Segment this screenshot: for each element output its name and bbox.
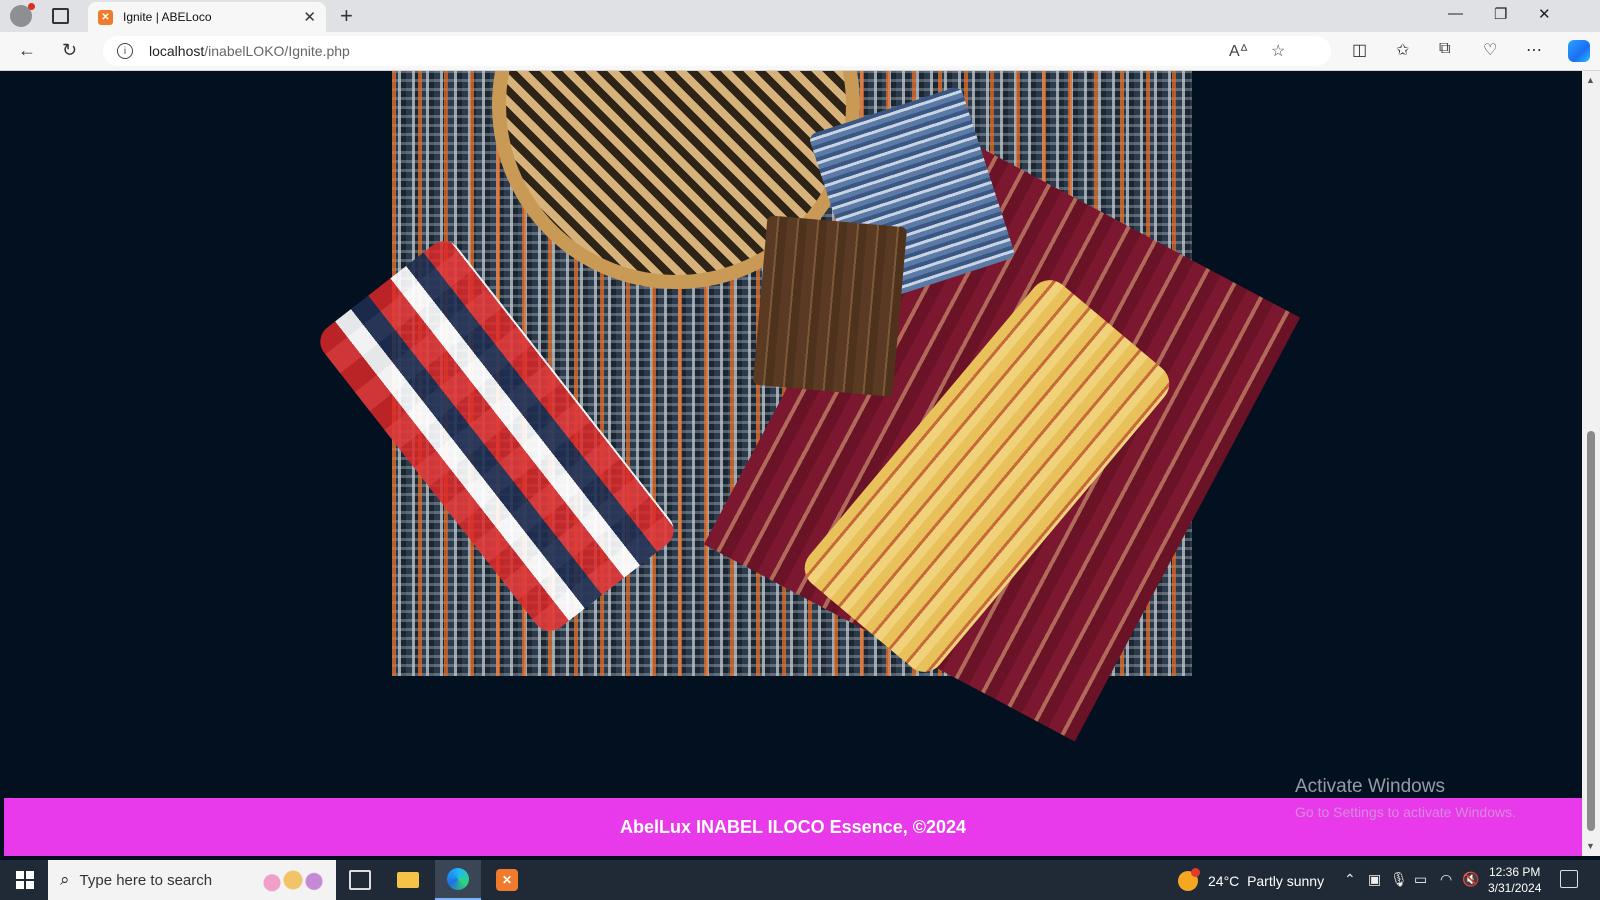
- clock-date: 3/31/2024: [1488, 881, 1542, 895]
- folder-icon: [397, 872, 419, 888]
- minimize-button[interactable]: —: [1448, 5, 1463, 22]
- footer-text: AbelLux INABEL ILOCO Essence, ©2024: [619, 816, 967, 837]
- restore-button[interactable]: ❐: [1494, 5, 1507, 23]
- close-tab-icon[interactable]: ✕: [303, 8, 316, 26]
- partly-sunny-icon: [1178, 868, 1200, 891]
- notification-icon[interactable]: [1560, 870, 1578, 888]
- read-aloud-icon[interactable]: Aᐞ: [1229, 41, 1248, 61]
- windows-taskbar: ⌕ Type here to search ✕ 24°C Partly sunn…: [0, 860, 1600, 900]
- refresh-icon[interactable]: ↻: [62, 40, 77, 61]
- edge-icon: [447, 868, 469, 890]
- weather-temp: 24°C: [1208, 873, 1240, 889]
- meet-now-icon[interactable]: ▣: [1368, 871, 1381, 888]
- collections-icon[interactable]: ⧉: [1439, 40, 1450, 58]
- checkered-bag-image-part: [313, 233, 681, 639]
- xampp-button[interactable]: ✕: [484, 860, 530, 900]
- scroll-up-icon[interactable]: ▲: [1586, 75, 1595, 85]
- browser-tab[interactable]: ✕ Ignite | ABELoco ✕: [88, 2, 326, 32]
- scroll-thumb[interactable]: [1587, 431, 1595, 831]
- weather-desc: Partly sunny: [1247, 873, 1325, 889]
- watermark-title: Activate Windows: [1295, 776, 1445, 797]
- clock-time: 12:36 PM: [1489, 865, 1541, 879]
- volume-muted-icon[interactable]: 🔇: [1462, 871, 1479, 888]
- search-placeholder: Type here to search: [79, 871, 213, 889]
- favorites-icon[interactable]: ✩: [1396, 40, 1409, 60]
- scroll-down-icon[interactable]: ▼: [1586, 841, 1595, 851]
- taskbar-search[interactable]: ⌕ Type here to search: [48, 860, 336, 900]
- watermark-subtitle: Go to Settings to activate Windows.: [1295, 804, 1516, 820]
- battery-icon[interactable]: ▭: [1414, 871, 1427, 888]
- copilot-icon[interactable]: [1568, 40, 1590, 62]
- woven-bags-photo: [313, 71, 1301, 742]
- close-window-button[interactable]: ✕: [1538, 5, 1551, 23]
- page-viewport: AbelLux INABEL ILOCO Essence, ©2024: [4, 71, 1582, 856]
- profile-avatar-icon[interactable]: [10, 3, 35, 27]
- split-screen-icon[interactable]: ◫: [1352, 40, 1367, 60]
- browser-essentials-icon[interactable]: ♡: [1483, 40, 1497, 60]
- microphone-icon[interactable]: 🎙: [1390, 871, 1408, 888]
- browser-toolbar: ← ↻ i localhost/inabelLOKO/Ignite.php Aᐞ…: [0, 32, 1600, 71]
- url-text[interactable]: localhost/inabelLOKO/Ignite.php: [149, 43, 350, 59]
- search-icon: ⌕: [60, 870, 70, 889]
- site-info-icon[interactable]: i: [117, 43, 133, 59]
- browser-titlebar: ✕ Ignite | ABELoco ✕ + — ❐ ✕: [0, 0, 1600, 32]
- xampp-icon: ✕: [496, 869, 518, 891]
- search-highlight-icon: [258, 866, 328, 894]
- favorite-star-icon[interactable]: ☆: [1271, 41, 1285, 61]
- tab-title: Ignite | ABELoco: [123, 10, 212, 24]
- chevron-up-icon[interactable]: ⌃: [1344, 871, 1356, 888]
- back-arrow-icon[interactable]: ←: [18, 40, 36, 61]
- weather-widget[interactable]: 24°C Partly sunny: [1178, 868, 1325, 891]
- brown-pouch-image-part: [752, 215, 908, 397]
- new-tab-button[interactable]: +: [340, 3, 353, 29]
- address-bar[interactable]: i localhost/inabelLOKO/Ignite.php Aᐞ ☆: [103, 36, 1331, 66]
- tab-actions-icon[interactable]: [52, 8, 69, 24]
- file-explorer-button[interactable]: [385, 860, 431, 900]
- more-menu-icon[interactable]: ⋯: [1526, 40, 1542, 60]
- edge-button[interactable]: [435, 860, 481, 900]
- activate-windows-watermark: Activate Windows Go to Settings to activ…: [1295, 776, 1516, 820]
- page-scrollbar[interactable]: ▲ ▼: [1582, 71, 1600, 856]
- task-view-button[interactable]: [337, 860, 383, 900]
- wifi-icon[interactable]: ◠: [1440, 871, 1452, 888]
- windows-start-icon[interactable]: [16, 871, 34, 889]
- taskbar-clock[interactable]: 12:36 PM 3/31/2024: [1488, 864, 1541, 896]
- task-view-icon: [349, 870, 371, 890]
- xampp-favicon-icon: ✕: [98, 9, 113, 25]
